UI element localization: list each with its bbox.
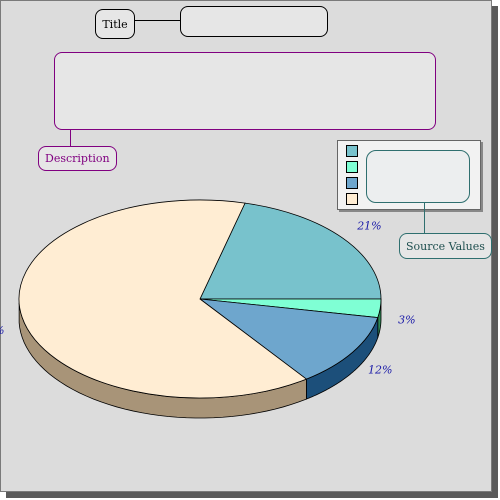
pie-slice-label: 21% [356, 220, 381, 233]
pie-chart: 21% 3% 12% 64% [0, 199, 416, 419]
pie-slice-label: 64% [0, 324, 5, 337]
chart-canvas: Title Description Source Values 21% 3% 12%… [0, 0, 500, 500]
pie-slice-label: 3% [398, 314, 415, 327]
pie-slice-label: 12% [368, 364, 392, 377]
